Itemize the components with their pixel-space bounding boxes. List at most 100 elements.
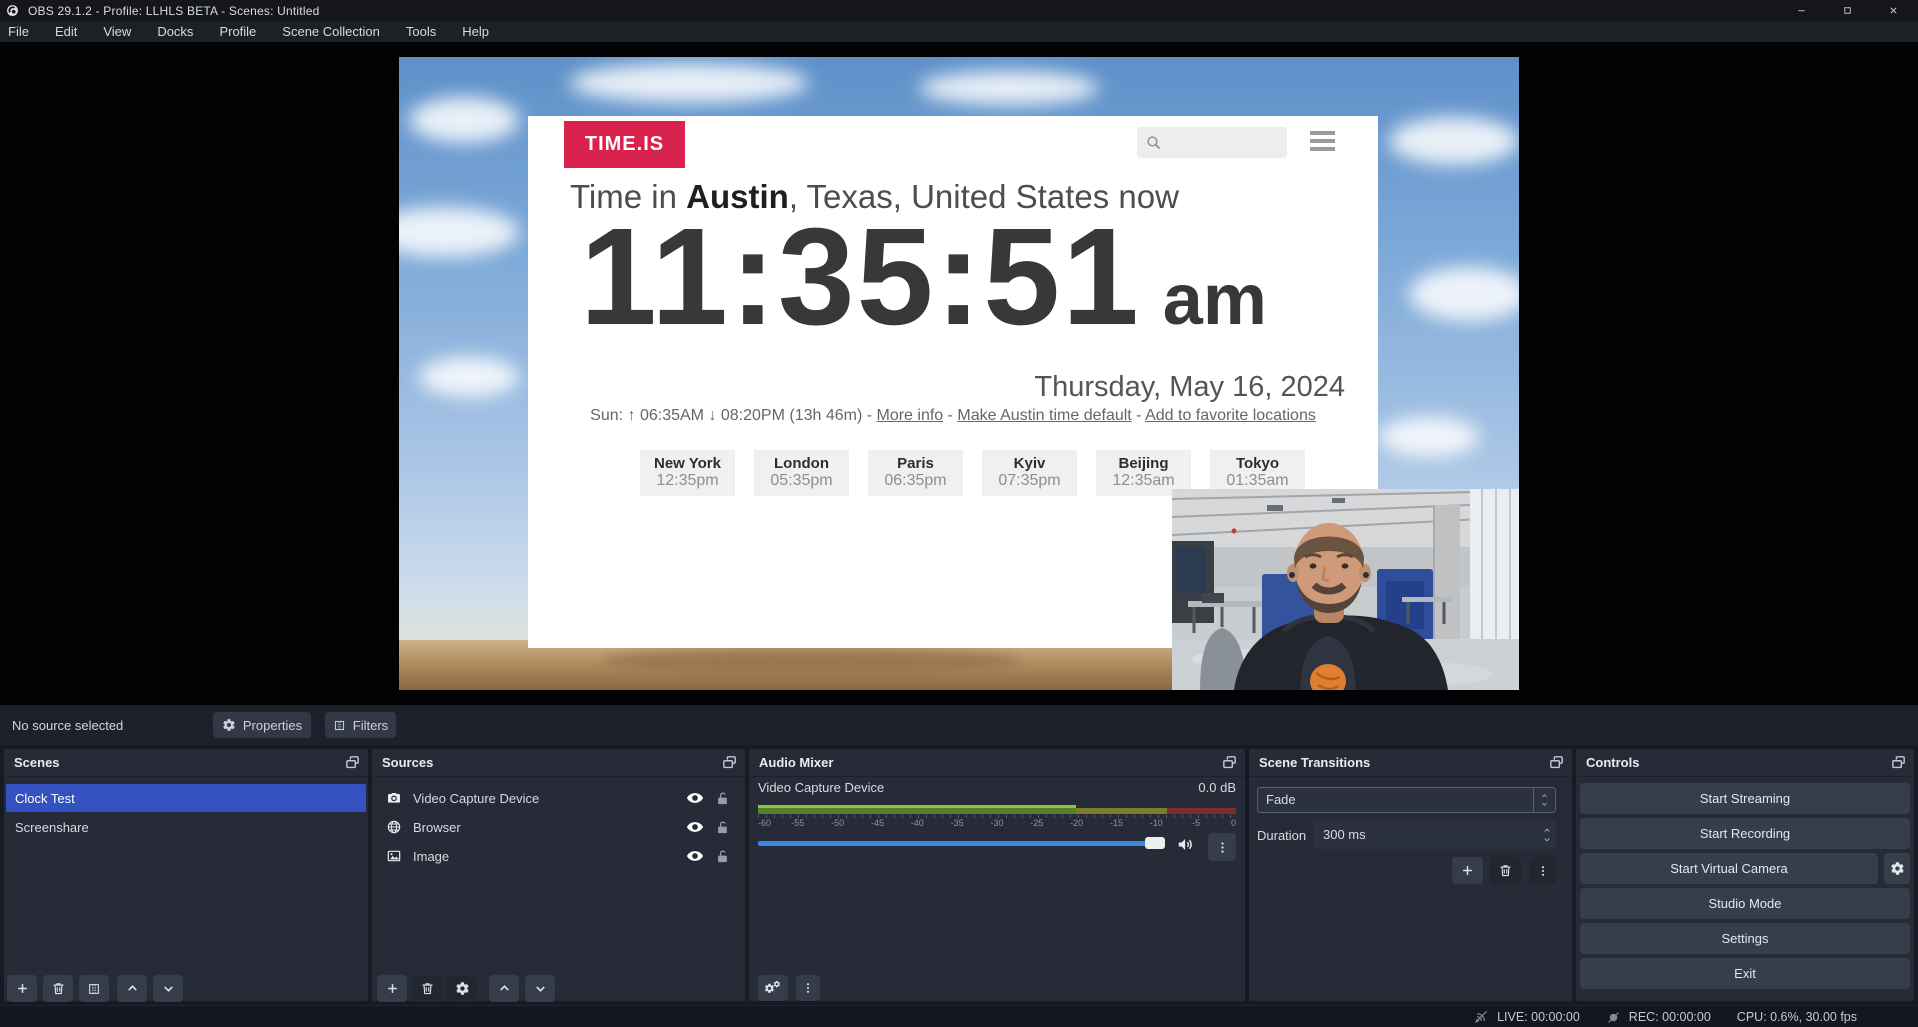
scene-filters-button[interactable] (79, 975, 109, 1002)
camera-icon (386, 790, 402, 806)
lock-open-icon[interactable] (715, 820, 730, 835)
transition-select-spinner[interactable] (1533, 788, 1555, 812)
lock-open-icon[interactable] (715, 849, 730, 864)
cloud (409, 97, 519, 143)
chevron-up-icon (497, 981, 512, 996)
popout-icon[interactable] (1221, 754, 1238, 771)
chevron-up-icon (125, 981, 140, 996)
cloud (919, 71, 1099, 105)
scenes-title: Scenes (14, 755, 60, 770)
filter-icon (333, 719, 346, 732)
trash-icon (51, 981, 66, 996)
duration-spinner[interactable] (1542, 821, 1552, 849)
menu-docks[interactable]: Docks (144, 24, 206, 39)
start-streaming-button[interactable]: Start Streaming (1580, 783, 1910, 814)
close-button[interactable] (1870, 0, 1916, 21)
source-item-video-capture[interactable]: Video Capture Device (374, 784, 743, 812)
menu-file[interactable]: File (0, 24, 42, 39)
clock-meridiem: am (1163, 264, 1267, 336)
add-transition-button[interactable] (1452, 857, 1483, 884)
source-toolbar: No source selected Properties Filters (0, 705, 1918, 745)
scene-item-screenshare[interactable]: Screenshare (6, 813, 366, 841)
menubar: File Edit View Docks Profile Scene Colle… (0, 21, 1918, 42)
filters-button[interactable]: Filters (325, 712, 396, 738)
menu-profile[interactable]: Profile (206, 24, 269, 39)
scene-item-clock-test[interactable]: Clock Test (6, 784, 366, 812)
scene-up-button[interactable] (117, 975, 147, 1002)
transition-select[interactable]: Fade (1257, 787, 1556, 813)
obs-window: OBS 29.1.2 - Profile: LLHLS BETA - Scene… (0, 0, 1918, 1027)
source-item-browser[interactable]: Browser (374, 813, 743, 841)
maximize-button[interactable] (1824, 0, 1870, 21)
exit-button[interactable]: Exit (1580, 958, 1910, 989)
cpu-fps-stats: CPU: 0.6%, 30.00 fps (1737, 1010, 1857, 1024)
menu-edit[interactable]: Edit (42, 24, 90, 39)
cloud (1379, 417, 1479, 457)
trash-icon (1498, 863, 1513, 878)
meter-bar (758, 808, 1236, 814)
eye-visible-icon[interactable] (686, 818, 704, 836)
mixer-menu-button[interactable] (796, 975, 820, 1001)
properties-button[interactable]: Properties (213, 712, 311, 738)
remove-transition-button[interactable] (1490, 857, 1521, 884)
popout-icon[interactable] (1890, 754, 1907, 771)
maximize-icon (1842, 5, 1853, 16)
transitions-header: Scene Transitions (1249, 749, 1572, 777)
chevron-down-icon (533, 981, 548, 996)
lock-open-icon[interactable] (715, 791, 730, 806)
kebab-icon (1536, 864, 1550, 878)
start-virtual-camera-button[interactable]: Start Virtual Camera (1580, 853, 1878, 884)
cloud (569, 63, 809, 103)
settings-button[interactable]: Settings (1580, 923, 1910, 954)
transitions-title: Scene Transitions (1259, 755, 1370, 770)
virtual-camera-config-button[interactable] (1884, 853, 1910, 884)
dock-area: Scenes Clock Test Screenshare Sources (0, 745, 1918, 1005)
speaker-icon[interactable] (1176, 835, 1195, 854)
popout-icon[interactable] (344, 754, 361, 771)
duration-spinbox[interactable]: 300 ms (1313, 821, 1556, 849)
titlebar: OBS 29.1.2 - Profile: LLHLS BETA - Scene… (0, 0, 1918, 21)
volume-slider-handle[interactable] (1145, 837, 1165, 849)
timeis-clock: 11:35:51 am (580, 208, 1267, 346)
chevron-down-icon (1542, 835, 1552, 844)
eye-visible-icon[interactable] (686, 789, 704, 807)
source-down-button[interactable] (525, 975, 555, 1002)
menu-scene-collection[interactable]: Scene Collection (269, 24, 393, 39)
minimize-button[interactable] (1778, 0, 1824, 21)
live-time: LIVE: 00:00:00 (1497, 1010, 1580, 1024)
controls-panel: Controls Start Streaming Start Recording… (1576, 749, 1914, 1001)
channel-menu-button[interactable] (1208, 833, 1236, 861)
transition-selected-value: Fade (1266, 792, 1296, 807)
source-item-image[interactable]: Image (374, 842, 743, 870)
city-cell: London05:35pm (754, 450, 849, 496)
studio-mode-button[interactable]: Studio Mode (1580, 888, 1910, 919)
advanced-audio-button[interactable] (758, 975, 788, 1001)
webcam-overlay[interactable] (1172, 489, 1519, 690)
globe-icon (386, 819, 402, 835)
popout-icon[interactable] (721, 754, 738, 771)
popout-icon[interactable] (1548, 754, 1565, 771)
program-canvas[interactable]: TIME.IS Time in Austin, Texas, United St… (399, 57, 1519, 690)
cloud (399, 207, 519, 257)
scene-down-button[interactable] (153, 975, 183, 1002)
eye-visible-icon[interactable] (686, 847, 704, 865)
more-info-link: More info (877, 407, 944, 424)
add-favorite-link: Add to favorite locations (1145, 407, 1316, 424)
source-properties-button[interactable] (447, 975, 477, 1002)
add-source-button[interactable] (377, 975, 407, 1002)
add-scene-button[interactable] (7, 975, 37, 1002)
preview-area[interactable]: TIME.IS Time in Austin, Texas, United St… (0, 42, 1918, 705)
menu-view[interactable]: View (90, 24, 144, 39)
menu-help[interactable]: Help (449, 24, 502, 39)
menu-tools[interactable]: Tools (393, 24, 449, 39)
remove-source-button[interactable] (412, 975, 442, 1002)
source-up-button[interactable] (489, 975, 519, 1002)
volume-meter: -60 -55 -50 -45 -40 -35 -30 -25 -20 -15 … (758, 805, 1236, 829)
remove-scene-button[interactable] (43, 975, 73, 1002)
start-recording-button[interactable]: Start Recording (1580, 818, 1910, 849)
mixer-level-db: 0.0 dB (1198, 780, 1236, 795)
transition-menu-button[interactable] (1529, 857, 1556, 884)
mixer-channel-row: Video Capture Device 0.0 dB (758, 780, 1236, 795)
volume-slider-track[interactable] (758, 841, 1158, 846)
duration-label: Duration (1257, 828, 1306, 843)
